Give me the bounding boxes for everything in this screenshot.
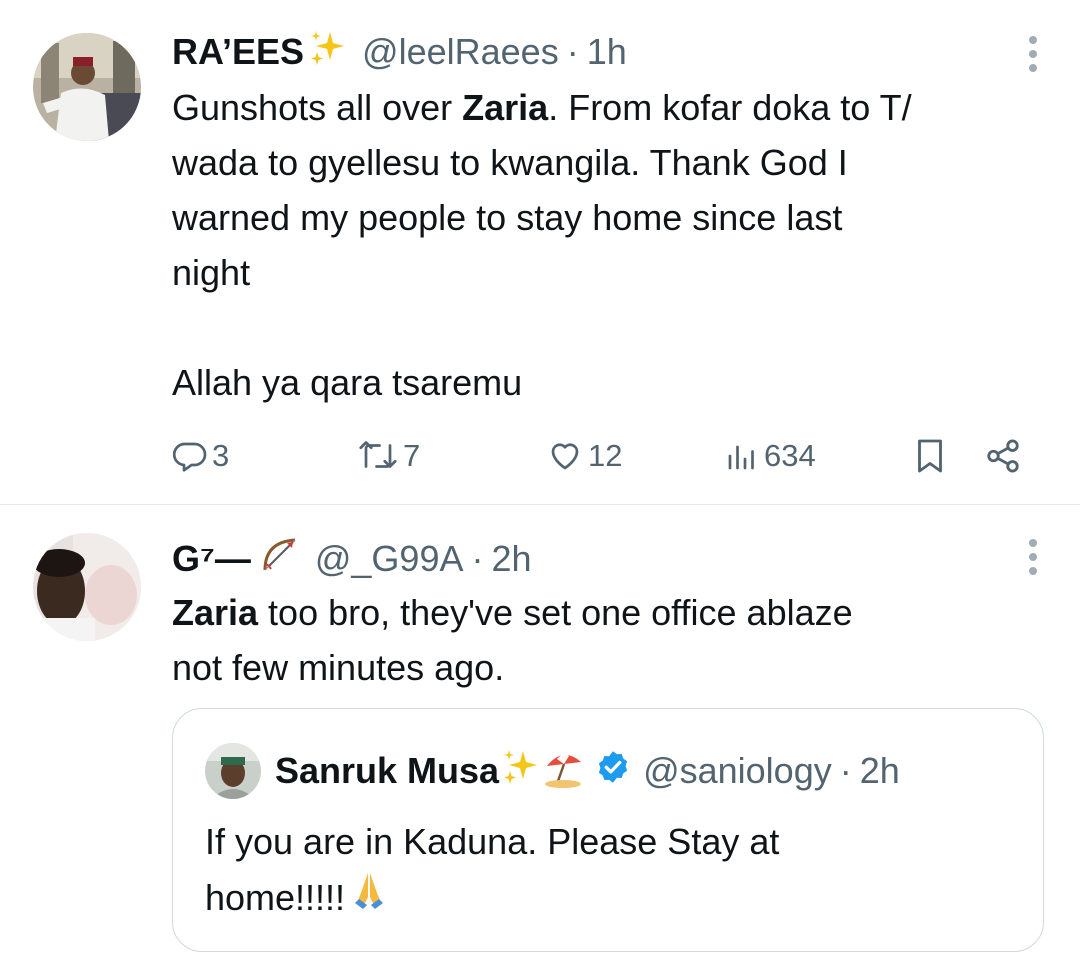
- separator-dot: ·: [471, 538, 484, 579]
- analytics-icon: [724, 438, 760, 474]
- tweet-line: warned my people to stay home since last: [172, 197, 843, 238]
- quoted-line: home!!!!!: [205, 876, 346, 918]
- tweet-line: Zaria too bro, they've set one office ab…: [172, 592, 853, 633]
- quoted-author-name[interactable]: Sanruk Musa: [275, 750, 499, 792]
- repost-count: 7: [403, 438, 421, 473]
- bow-and-arrow-icon: [259, 534, 301, 585]
- like-button[interactable]: 12: [546, 428, 622, 484]
- sparkles-icon: [308, 28, 348, 77]
- author-handle[interactable]: @leelRaees: [362, 31, 559, 73]
- more-options-icon[interactable]: [1028, 539, 1038, 575]
- tweet-card[interactable]: G⁷— @_G99A · 2h Zaria too bro, they've s…: [0, 505, 1080, 969]
- tweet-header: RA’EES @leelRaees · 1h: [172, 26, 627, 78]
- timestamp[interactable]: 1h: [587, 31, 627, 73]
- timestamp[interactable]: 2h: [491, 538, 531, 580]
- highlight-term: Zaria: [462, 87, 549, 128]
- tweet-card[interactable]: RA’EES @leelRaees · 1h Gunshots all over…: [0, 0, 1080, 505]
- avatar[interactable]: [33, 33, 141, 141]
- tweet-line: Allah ya qara tsaremu: [172, 362, 523, 403]
- verified-badge-icon: [595, 749, 631, 794]
- repost-icon: [357, 438, 399, 474]
- tweet-line: not few minutes ago.: [172, 647, 505, 688]
- quoted-timestamp[interactable]: 2h: [860, 750, 900, 792]
- author-name[interactable]: RA’EES: [172, 31, 304, 73]
- tweet-line: wada to gyellesu to kwangila. Thank God …: [172, 142, 848, 183]
- like-count: 12: [588, 438, 623, 473]
- tweet-text: Gunshots all over Zaria. From kofar doka…: [172, 80, 1042, 410]
- views-count: 634: [764, 438, 816, 473]
- reply-icon: [172, 438, 208, 474]
- views-button[interactable]: 634: [724, 428, 816, 484]
- quoted-tweet[interactable]: Sanruk Musa @saniology · 2h If you are i…: [172, 708, 1044, 952]
- quoted-line: If you are in Kaduna. Please Stay at: [205, 821, 780, 862]
- quoted-line-wrap: home!!!!!: [205, 869, 1005, 926]
- quoted-tweet-text: If you are in Kaduna. Please Stay at hom…: [205, 815, 1005, 926]
- repost-button[interactable]: 7: [357, 428, 420, 484]
- tweet-line: Gunshots all over Zaria. From kofar doka…: [172, 87, 912, 128]
- quoted-author-handle[interactable]: @saniology: [643, 750, 832, 792]
- tweet-header: G⁷— @_G99A · 2h: [172, 533, 532, 585]
- tweet-line-blank: [172, 300, 1042, 355]
- share-icon: [984, 437, 1022, 475]
- reply-button[interactable]: 3: [172, 428, 229, 484]
- author-name[interactable]: G⁷—: [172, 538, 251, 580]
- tweet-text: Zaria too bro, they've set one office ab…: [172, 585, 1042, 695]
- more-options-icon[interactable]: [1028, 36, 1038, 72]
- share-button[interactable]: [984, 428, 1022, 484]
- sparkles-icon: [501, 747, 541, 796]
- bookmark-icon: [912, 436, 948, 476]
- reply-count: 3: [212, 438, 230, 473]
- highlight-term: Zaria: [172, 592, 259, 633]
- beach-umbrella-icon: [543, 746, 585, 797]
- tweet-line: night: [172, 252, 251, 293]
- avatar[interactable]: [33, 533, 141, 641]
- author-handle[interactable]: @_G99A: [315, 538, 464, 580]
- quoted-tweet-header: Sanruk Musa @saniology · 2h: [205, 743, 900, 799]
- bookmark-button[interactable]: [912, 428, 948, 484]
- folded-hands-icon: [349, 869, 389, 926]
- quoted-avatar[interactable]: [205, 743, 261, 799]
- tweet-actions: 3 7 12 634: [172, 428, 1032, 484]
- heart-icon: [546, 438, 584, 474]
- separator-dot: ·: [839, 750, 852, 791]
- separator-dot: ·: [566, 31, 579, 72]
